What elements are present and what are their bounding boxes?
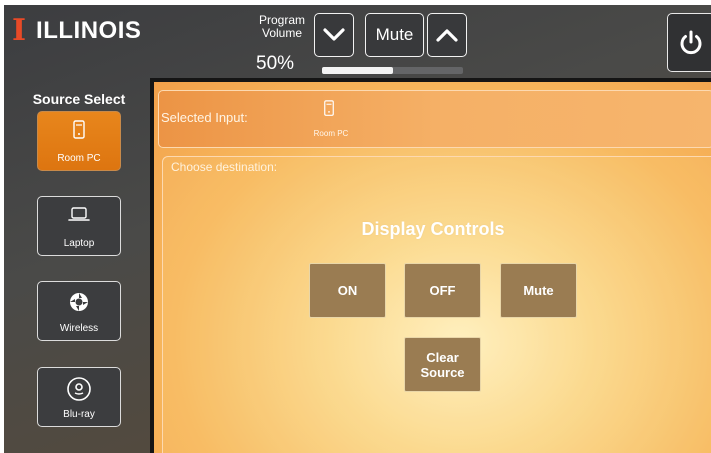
display-controls-title: Display Controls — [361, 219, 505, 239]
source-label: Room PC — [57, 153, 101, 164]
clear-source-button[interactable]: Clear Source — [404, 337, 481, 392]
control-panel: I ILLINOIS Program Volume 50% Mute Sourc… — [4, 5, 711, 453]
illinois-logo: I ILLINOIS — [12, 13, 142, 48]
source-button-blu-ray[interactable]: Blu-ray — [37, 367, 121, 427]
logo-text: ILLINOIS — [36, 17, 142, 44]
room-pc-icon — [38, 120, 120, 140]
display-off-button[interactable]: OFF — [404, 263, 481, 318]
selected-input-value: Room PC — [313, 129, 349, 138]
display-mute-button[interactable]: Mute — [500, 263, 577, 318]
main-panel: Selected Input: Room PC Choose destinati… — [150, 78, 711, 453]
volume-percent: 50% — [256, 53, 295, 74]
source-label: Laptop — [63, 238, 95, 249]
volume-slider-fill — [322, 67, 393, 74]
program-volume-label: Program Volume — [258, 13, 305, 40]
power-icon — [680, 30, 702, 54]
selected-input-bar: Selected Input: Room PC — [158, 90, 711, 148]
chevron-up-icon — [436, 29, 458, 42]
volume-slider[interactable] — [322, 67, 463, 74]
bluray-disc-icon — [38, 376, 120, 402]
selected-input-label: Selected Input: — [161, 110, 248, 125]
source-button-wireless[interactable]: Wireless — [37, 281, 121, 341]
header-bar: I ILLINOIS Program Volume 50% Mute — [4, 5, 711, 78]
source-label: Blu-ray — [63, 409, 95, 420]
room-pc-icon — [323, 100, 335, 122]
choose-destination-label: Choose destination: — [171, 160, 278, 174]
display-on-button[interactable]: ON — [309, 263, 386, 318]
destination-panel: Choose destination: Display Controls ON … — [162, 156, 711, 453]
volume-mute-button[interactable]: Mute — [365, 13, 424, 57]
source-select-title: Source Select — [32, 91, 126, 107]
chevron-down-icon — [323, 28, 345, 41]
laptop-icon — [38, 205, 120, 223]
volume-down-button[interactable] — [314, 13, 354, 57]
wireless-icon — [38, 290, 120, 314]
source-button-laptop[interactable]: Laptop — [37, 196, 121, 256]
clear-source-label: Clear Source — [420, 349, 465, 380]
source-button-room-pc[interactable]: Room PC — [37, 111, 121, 171]
block-i-logo-icon: I — [12, 13, 27, 48]
source-label: Wireless — [59, 323, 99, 334]
volume-up-button[interactable] — [427, 13, 467, 57]
power-button[interactable] — [667, 13, 711, 72]
